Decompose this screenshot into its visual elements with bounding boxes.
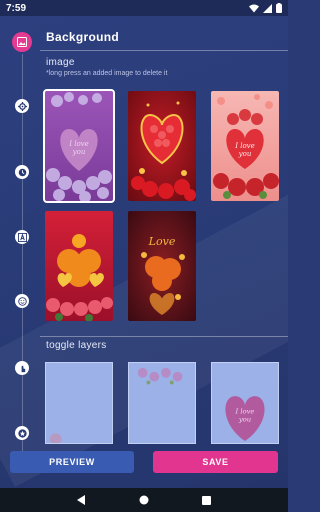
navigation-bar xyxy=(0,488,288,512)
status-time: 7:59 xyxy=(6,2,27,14)
status-bar: 7:59 xyxy=(0,0,288,16)
home-icon[interactable] xyxy=(139,495,149,505)
svg-text:I love: I love xyxy=(234,142,255,150)
svg-text:you: you xyxy=(238,416,251,424)
image-icon[interactable] xyxy=(12,32,32,52)
thumbnail-purple-roses-heart[interactable]: I love you xyxy=(43,89,115,203)
page-title: Background xyxy=(46,30,120,44)
svg-text:you: you xyxy=(238,150,252,158)
layer-background[interactable] xyxy=(45,362,113,444)
image-section-label: image xyxy=(46,57,75,68)
text-icon[interactable] xyxy=(15,230,29,244)
star-icon[interactable] xyxy=(15,426,29,440)
svg-text:I love: I love xyxy=(235,408,255,416)
recents-icon[interactable] xyxy=(202,495,212,505)
svg-text:you: you xyxy=(72,148,86,156)
layer-roses[interactable] xyxy=(128,362,196,444)
signal-icon xyxy=(263,3,272,13)
header-divider xyxy=(40,50,288,51)
save-button[interactable]: SAVE xyxy=(153,451,278,473)
battery-icon xyxy=(276,3,282,13)
smiley-icon[interactable] xyxy=(15,294,29,308)
wifi-icon xyxy=(249,4,259,13)
delete-hint: *long press an added image to delete it xyxy=(46,70,168,77)
settings-icon[interactable] xyxy=(15,99,29,113)
thumbnail-orange-roses-hearts[interactable] xyxy=(45,211,113,321)
thumbnail-pink-roses-heart[interactable]: I love you xyxy=(211,91,279,201)
layers-divider xyxy=(40,336,288,337)
back-icon[interactable] xyxy=(76,495,86,505)
status-icons xyxy=(249,3,282,13)
thumbnail-love-rose-hearts[interactable]: Love xyxy=(128,211,196,321)
thumbnail-red-gem-heart[interactable] xyxy=(128,91,196,201)
svg-text:I love: I love xyxy=(68,140,89,148)
timeline-line xyxy=(22,54,23,454)
layer-heart[interactable]: I love you xyxy=(211,362,279,444)
clock-icon[interactable] xyxy=(15,165,29,179)
layers-section-label: toggle layers xyxy=(46,340,107,351)
preview-button[interactable]: PREVIEW xyxy=(10,451,134,473)
svg-text:Love: Love xyxy=(148,235,176,248)
touch-icon[interactable] xyxy=(15,361,29,375)
